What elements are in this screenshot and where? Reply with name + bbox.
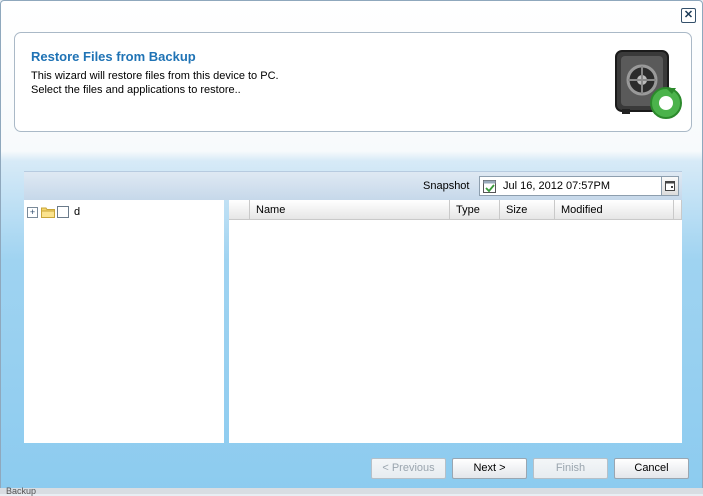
calendar-icon [483, 180, 496, 193]
restore-wizard-window: ✕ Restore Files from Backup This wizard … [0, 0, 703, 494]
column-header-modified[interactable]: Modified [555, 200, 674, 220]
snapshot-bar: Snapshot Jul 16, 2012 07:57PM [24, 171, 682, 200]
snapshot-picker-button[interactable] [661, 177, 678, 195]
calendar-picker-icon [665, 181, 675, 191]
cancel-button[interactable]: Cancel [614, 458, 689, 479]
previous-button[interactable]: < Previous [371, 458, 446, 479]
expand-plus-icon[interactable]: + [27, 206, 38, 218]
safe-restore-icon [615, 50, 682, 119]
file-list: Name Type Size Modified [229, 200, 682, 443]
column-header-type[interactable]: Type [450, 200, 500, 220]
tree-item-label: d [74, 206, 81, 218]
column-header-name[interactable]: Name [250, 200, 450, 220]
wizard-description-line2: Select the files and applications to res… [31, 84, 241, 96]
column-header-filler [674, 200, 682, 220]
next-button[interactable]: Next > [452, 458, 527, 479]
snapshot-date-field[interactable]: Jul 16, 2012 07:57PM [479, 176, 679, 196]
wizard-title: Restore Files from Backup [31, 49, 196, 64]
close-icon: ✕ [683, 9, 694, 21]
wizard-description-line1: This wizard will restore files from this… [31, 70, 279, 82]
close-button[interactable]: ✕ [681, 8, 696, 23]
snapshot-date-value: Jul 16, 2012 07:57PM [503, 180, 611, 192]
background-label: Backup [6, 486, 37, 496]
folder-icon [41, 207, 55, 218]
snapshot-label: Snapshot [423, 180, 470, 192]
tree-item-checkbox[interactable] [57, 206, 69, 218]
background-strip [0, 488, 703, 494]
wizard-header: Restore Files from Backup This wizard wi… [14, 32, 692, 132]
tree-item[interactable]: + d [27, 205, 80, 219]
folder-tree: + d [24, 200, 224, 443]
finish-button[interactable]: Finish [533, 458, 608, 479]
select-column-header[interactable] [229, 200, 250, 220]
column-header-size[interactable]: Size [500, 200, 555, 220]
